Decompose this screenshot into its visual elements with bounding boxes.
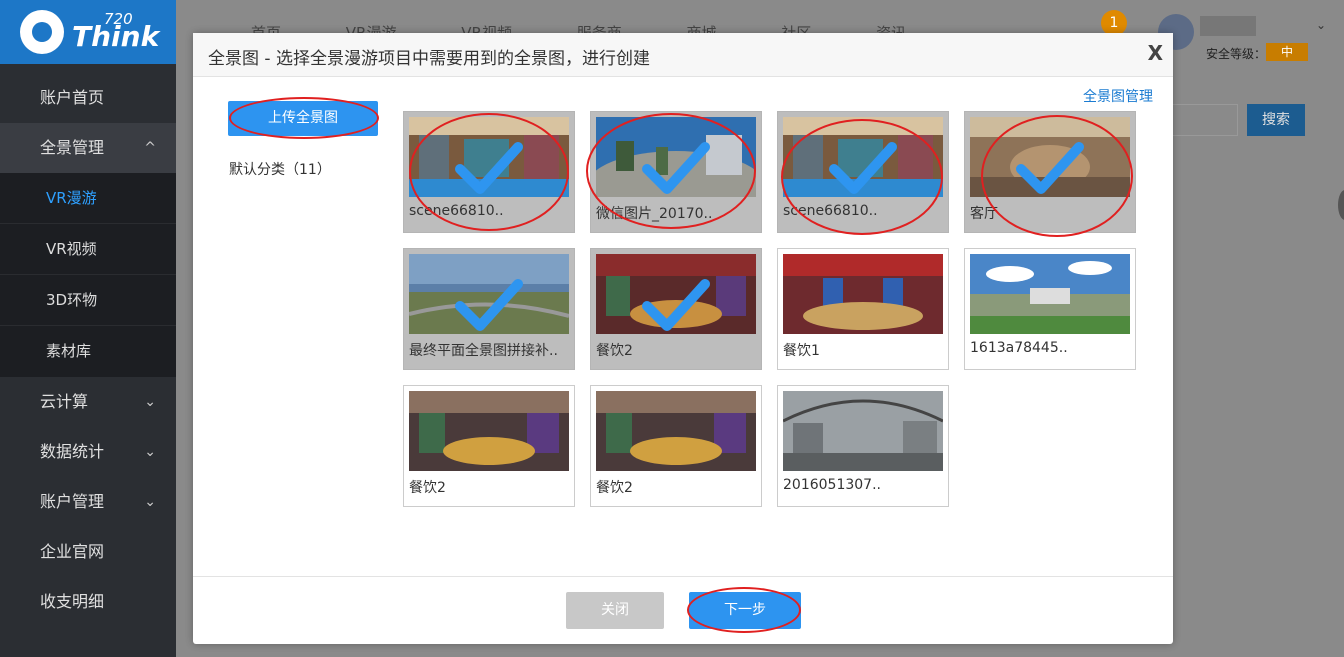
panorama-thumbnail xyxy=(970,254,1130,334)
sidebar: 720 Think 账户首页 全景管理 ^ VR漫游 VR视频 3D环物 素材库 … xyxy=(0,0,176,657)
safety-level-badge: 中 xyxy=(1266,43,1308,61)
checkmark-icon xyxy=(455,279,523,331)
panorama-select-dialog: 全景图 - 选择全景漫游项目中需要用到的全景图，进行创建 X 上传全景图 默认分… xyxy=(193,33,1173,644)
panorama-card[interactable]: 2016051307.. xyxy=(777,385,949,507)
sidebar-item-label: 企业官网 xyxy=(40,542,105,561)
checkmark-icon xyxy=(642,279,710,331)
sidebar-item-cloud-compute[interactable]: 云计算 ⌄ xyxy=(0,377,176,427)
panorama-label: 餐饮2 xyxy=(409,480,446,496)
panorama-thumbnail xyxy=(596,391,756,471)
checkmark-icon xyxy=(829,142,897,194)
sidebar-subitem-material-library[interactable]: 素材库 xyxy=(0,326,176,377)
side-widget-icon xyxy=(1338,190,1344,220)
panorama-card[interactable]: 客厅 xyxy=(964,111,1136,233)
category-default[interactable]: 默认分类（11） xyxy=(229,159,331,179)
sidebar-item-label: 数据统计 xyxy=(40,442,105,461)
sidebar-item-label: 账户管理 xyxy=(40,492,105,511)
dialog-header: 全景图 - 选择全景漫游项目中需要用到的全景图，进行创建 X xyxy=(193,33,1173,77)
panorama-card[interactable]: scene66810.. xyxy=(777,111,949,233)
panorama-thumbnail xyxy=(783,391,943,471)
panorama-card[interactable]: 餐饮2 xyxy=(403,385,575,507)
background-search-button: 搜索 xyxy=(1247,104,1305,136)
panorama-label: scene66810.. xyxy=(783,203,878,219)
chevron-down-icon[interactable]: ⌄ xyxy=(1316,18,1326,32)
sidebar-item-label: 全景管理 xyxy=(40,138,105,157)
logo[interactable]: 720 Think xyxy=(0,0,176,64)
panorama-thumbnail xyxy=(409,391,569,471)
chevron-down-icon: ⌄ xyxy=(144,444,156,460)
sidebar-item-label: 3D环物 xyxy=(46,291,98,309)
sidebar-item-panorama-management[interactable]: 全景管理 ^ xyxy=(0,123,176,173)
panorama-label: scene66810.. xyxy=(409,203,504,219)
sidebar-item-label: 账户首页 xyxy=(40,88,105,107)
panorama-label: 餐饮2 xyxy=(596,343,633,359)
sidebar-item-label: 收支明细 xyxy=(40,592,105,611)
sidebar-item-label: 云计算 xyxy=(40,392,89,411)
sidebar-item-account-management[interactable]: 账户管理 ⌄ xyxy=(0,477,176,527)
sidebar-nav: 账户首页 全景管理 ^ VR漫游 VR视频 3D环物 素材库 云计算 ⌄ 数据统计 ⌄… xyxy=(0,73,176,627)
panorama-label: 微信图片_20170.. xyxy=(596,206,713,222)
panorama-management-link[interactable]: 全景图管理 xyxy=(1083,86,1153,106)
checkmark-icon xyxy=(1016,142,1084,194)
checkmark-icon xyxy=(455,142,523,194)
upload-panorama-button[interactable]: 上传全景图 xyxy=(228,101,378,136)
panorama-card[interactable]: 餐饮1 xyxy=(777,248,949,370)
panorama-label: 1613a78445.. xyxy=(970,340,1068,356)
close-button[interactable]: 关闭 xyxy=(566,592,664,629)
sidebar-subitem-3d-object[interactable]: 3D环物 xyxy=(0,275,176,326)
panorama-card[interactable]: 微信图片_20170.. xyxy=(590,111,762,233)
sidebar-item-billing[interactable]: 收支明细 xyxy=(0,577,176,627)
dialog-title: 全景图 - 选择全景漫游项目中需要用到的全景图，进行创建 xyxy=(208,49,650,69)
dialog-footer: 关闭 下一步 xyxy=(193,576,1173,644)
logo-word: Think xyxy=(72,20,160,53)
sidebar-item-account-home[interactable]: 账户首页 xyxy=(0,73,176,123)
sidebar-item-statistics[interactable]: 数据统计 ⌄ xyxy=(0,427,176,477)
panorama-label: 餐饮2 xyxy=(596,480,633,496)
sidebar-item-enterprise-site[interactable]: 企业官网 xyxy=(0,527,176,577)
sidebar-subitem-vr-tour[interactable]: VR漫游 xyxy=(0,173,176,224)
panorama-label: 餐饮1 xyxy=(783,343,820,359)
panorama-card[interactable]: 餐饮2 xyxy=(590,248,762,370)
aperture-logo-icon xyxy=(20,10,64,54)
panorama-card[interactable]: 餐饮2 xyxy=(590,385,762,507)
panorama-label: 最终平面全景图拼接补.. xyxy=(409,343,558,359)
panorama-thumbnail xyxy=(783,254,943,334)
safety-label: 安全等级： xyxy=(1206,47,1267,61)
close-icon[interactable]: X xyxy=(1148,41,1163,65)
username-redacted xyxy=(1200,16,1256,36)
next-step-button[interactable]: 下一步 xyxy=(689,592,801,629)
chevron-up-icon: ^ xyxy=(144,140,156,156)
sidebar-item-label: 素材库 xyxy=(46,342,92,360)
panorama-card[interactable]: 1613a78445.. xyxy=(964,248,1136,370)
panorama-label: 2016051307.. xyxy=(783,477,881,493)
checkmark-icon xyxy=(642,142,710,194)
chevron-down-icon: ⌄ xyxy=(144,394,156,410)
panorama-card[interactable]: 最终平面全景图拼接补.. xyxy=(403,248,575,370)
sidebar-item-label: VR漫游 xyxy=(46,189,97,207)
sidebar-item-label: VR视频 xyxy=(46,240,97,258)
panorama-label: 客厅 xyxy=(970,206,998,222)
sidebar-subitem-vr-video[interactable]: VR视频 xyxy=(0,224,176,275)
background-search-input xyxy=(1172,104,1238,136)
chevron-down-icon: ⌄ xyxy=(144,494,156,510)
panorama-card[interactable]: scene66810.. xyxy=(403,111,575,233)
